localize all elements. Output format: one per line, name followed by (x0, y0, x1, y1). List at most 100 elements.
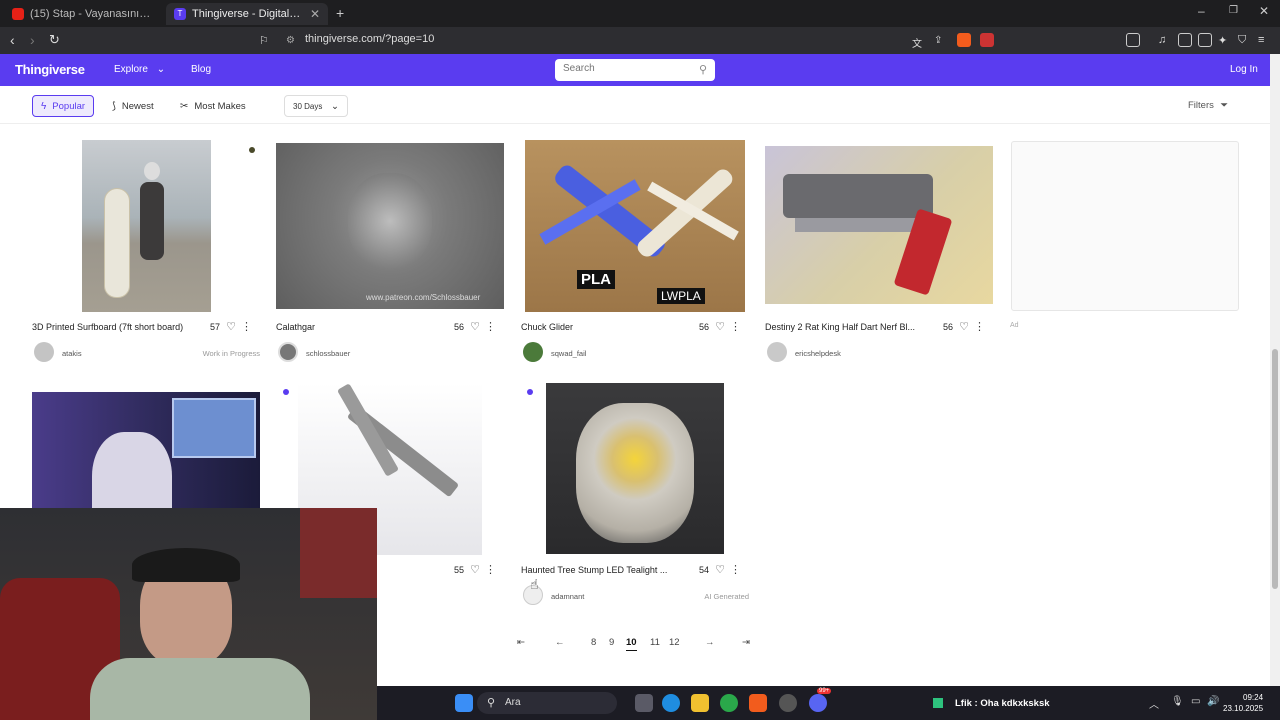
more-options-icon[interactable]: ⋮ (974, 320, 985, 333)
like-count: 56 (453, 322, 464, 332)
reload-icon[interactable]: ↻ (49, 32, 60, 48)
network-icon[interactable]: ▭ (1191, 696, 1200, 707)
menu-icon[interactable]: ≡ (1258, 34, 1264, 46)
ad-slot[interactable] (1011, 141, 1239, 311)
page-scrollbar[interactable] (1270, 54, 1280, 686)
tab-thingiverse[interactable]: T Thingiverse - Digital Designs for ✕ (166, 3, 328, 25)
obs-icon[interactable] (779, 694, 797, 712)
filters-button[interactable]: Filters ⏷ (1188, 100, 1228, 111)
avatar[interactable] (34, 342, 54, 362)
heart-icon[interactable]: ♡ (715, 320, 725, 333)
brave-icon[interactable] (749, 694, 767, 712)
card-title[interactable]: Haunted Tree Stump LED Tealight ... (521, 565, 686, 575)
vpn-icon[interactable]: ⛉ (1238, 34, 1246, 47)
taskbar-search[interactable]: ⚲ Ara (477, 692, 617, 714)
chrome-icon[interactable] (720, 694, 738, 712)
minimize-icon[interactable]: – (1198, 4, 1205, 18)
card-title[interactable]: Destiny 2 Rat King Half Dart Nerf Bl... (765, 322, 930, 332)
sort-most-makes-button[interactable]: ✂ Most Makes (172, 95, 254, 117)
card-title[interactable]: 3D Printed Surfboard (7ft short board) (32, 322, 197, 332)
more-options-icon[interactable]: ⋮ (730, 563, 741, 576)
site-info-icon[interactable]: ⚙ (286, 35, 295, 46)
maximize-icon[interactable]: ❐ (1229, 5, 1238, 16)
windows-start-icon[interactable] (455, 694, 473, 712)
site-logo[interactable]: Thingiverse (15, 62, 85, 77)
period-select[interactable]: 30 Days ⌄ (284, 95, 348, 117)
search-input[interactable] (563, 63, 693, 74)
search-icon[interactable]: ⚲ (699, 63, 707, 76)
microphone-icon[interactable]: 🎙 (1171, 696, 1184, 707)
more-options-icon[interactable]: ⋮ (485, 320, 496, 333)
music-icon[interactable]: ♫ (1158, 34, 1166, 46)
url-field[interactable]: thingiverse.com/?page=10 (305, 33, 434, 45)
current-page[interactable]: 10 (626, 637, 637, 651)
close-tab-icon[interactable]: ✕ (304, 7, 320, 21)
brave-rewards-icon[interactable] (980, 33, 994, 47)
heart-icon[interactable]: ♡ (470, 320, 480, 333)
author-name[interactable]: adamnant (551, 592, 584, 601)
blog-link[interactable]: Blog (191, 64, 211, 75)
page-link[interactable]: 12 (669, 637, 680, 648)
sort-newest-button[interactable]: ⟆ Newest (104, 95, 162, 117)
login-link[interactable]: Log In (1230, 64, 1258, 75)
page-link[interactable]: 8 (591, 637, 596, 648)
author-name[interactable]: ericshelpdesk (795, 349, 841, 358)
more-options-icon[interactable]: ⋮ (730, 320, 741, 333)
next-page-icon[interactable]: → (705, 637, 715, 648)
page-link[interactable]: 9 (609, 637, 614, 648)
status-dot (527, 389, 533, 395)
system-clock[interactable]: 09:24 23.10.2025 (1223, 692, 1263, 714)
tray-chevron-icon[interactable]: ︿ (1149, 696, 1159, 711)
leo-ai-icon[interactable]: ✦ (1218, 34, 1227, 47)
brave-shields-icon[interactable] (957, 33, 971, 47)
share-icon[interactable]: ⇪ (934, 35, 942, 46)
notification-badge: 99+ (817, 688, 832, 694)
stream-chat-icon (933, 698, 943, 708)
bookmark-icon[interactable]: ⚐ (259, 34, 269, 47)
tab-youtube[interactable]: (15) Stap - Vayanasınımını (ft. Keskin) (4, 3, 162, 25)
new-tab-button[interactable]: + (336, 5, 344, 21)
translate-icon[interactable]: 文 (912, 35, 922, 50)
author-name[interactable]: schlossbauer (306, 349, 350, 358)
thumbnail-destiny-blaster[interactable] (765, 140, 993, 312)
author-name[interactable]: atakis (62, 349, 82, 358)
back-icon[interactable]: ‹ (10, 32, 15, 48)
sort-popular-button[interactable]: ϟ Popular (32, 95, 95, 117)
heart-icon[interactable]: ♡ (470, 563, 480, 576)
card-title[interactable]: Calathgar (276, 322, 441, 332)
more-options-icon[interactable]: ⋮ (241, 320, 252, 333)
more-options-icon[interactable]: ⋮ (485, 563, 496, 576)
close-window-icon[interactable]: ✕ (1259, 4, 1269, 18)
avatar[interactable] (767, 342, 787, 362)
first-page-icon[interactable]: ⇤ (517, 637, 525, 648)
file-explorer-icon[interactable] (691, 694, 709, 712)
explore-menu[interactable]: Explore ⌄ (114, 64, 165, 75)
heart-icon[interactable]: ♡ (226, 320, 236, 333)
heart-icon[interactable]: ♡ (715, 563, 725, 576)
chevron-down-icon: ⌄ (156, 64, 166, 75)
thumbnail-chuck-glider[interactable]: PLA LWPLA (521, 140, 749, 312)
wall-poster (300, 508, 377, 598)
volume-icon[interactable]: 🔊 (1207, 696, 1219, 707)
scroll-thumb[interactable] (1272, 349, 1278, 589)
thumbnail-calathgar[interactable]: www.patreon.com/Schlossbauer (276, 140, 504, 312)
card-title[interactable]: Chuck Glider (521, 322, 686, 332)
forward-icon[interactable]: › (30, 32, 35, 48)
page-link[interactable]: 11 (650, 637, 660, 648)
author-name[interactable]: sqwad_fail (551, 349, 586, 358)
lwpla-label: LWPLA (657, 288, 705, 304)
prev-page-icon[interactable]: ← (555, 637, 565, 648)
sidebar-icon[interactable] (1178, 33, 1192, 47)
wallet-icon[interactable] (1198, 33, 1212, 47)
discord-icon[interactable] (809, 694, 827, 712)
task-view-icon[interactable] (635, 694, 653, 712)
edge-icon[interactable] (662, 694, 680, 712)
heart-icon[interactable]: ♡ (959, 320, 969, 333)
avatar[interactable] (523, 342, 543, 362)
thumbnail-surfboard[interactable] (32, 140, 260, 312)
avatar[interactable] (278, 342, 298, 362)
thumbnail-haunted-tree[interactable] (521, 383, 749, 555)
tab-label: Thingiverse - Digital Designs for (192, 8, 302, 20)
reader-mode-icon[interactable] (1126, 33, 1140, 47)
last-page-icon[interactable]: ⇥ (742, 637, 750, 648)
